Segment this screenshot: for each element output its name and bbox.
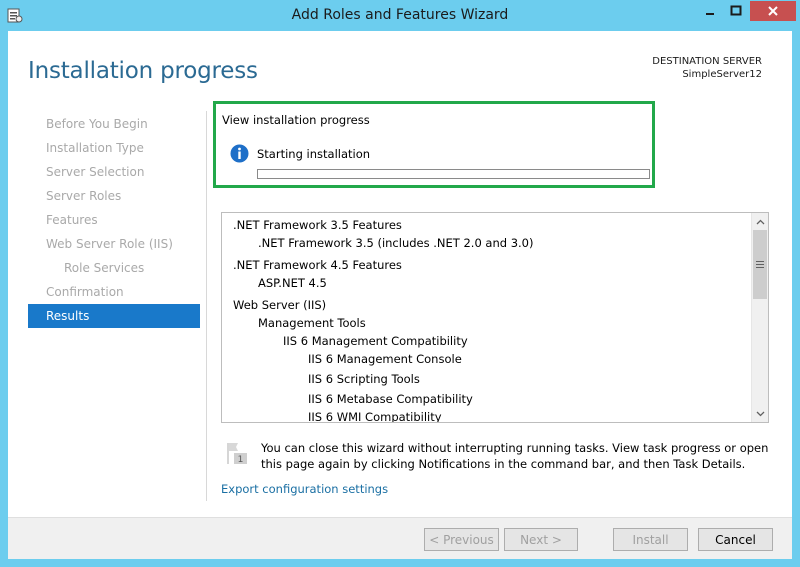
close-button[interactable]	[750, 1, 796, 21]
installation-progress-panel: View installation progress Starting inst…	[213, 101, 655, 188]
install-button-label: Install	[632, 532, 669, 547]
list-item: IIS 6 Scripting Tools	[308, 372, 420, 386]
notification-badge: 1	[238, 455, 244, 465]
nav-item-confirmation: Confirmation	[46, 285, 124, 299]
close-wizard-note: You can close this wizard without interr…	[261, 441, 769, 471]
nav-divider	[206, 111, 207, 501]
feature-list[interactable]: .NET Framework 3.5 Features .NET Framewo…	[221, 212, 769, 423]
nav-item-results[interactable]: Results	[28, 304, 200, 328]
list-item: IIS 6 Management Console	[308, 352, 462, 366]
nav-item-server-selection: Server Selection	[46, 165, 145, 179]
cancel-button-label: Cancel	[715, 532, 756, 547]
nav-item-before-you-begin: Before You Begin	[46, 117, 148, 131]
list-item: .NET Framework 3.5 Features	[233, 218, 402, 232]
previous-button[interactable]: < Previous	[424, 528, 499, 551]
cancel-button[interactable]: Cancel	[698, 528, 773, 551]
minimize-button[interactable]	[696, 1, 724, 21]
wizard-footer: < Previous Next > Install Cancel	[8, 517, 792, 559]
close-icon	[768, 6, 778, 16]
title-bar[interactable]: Add Roles and Features Wizard	[0, 0, 800, 31]
feature-list-scrollbar[interactable]	[751, 213, 768, 422]
previous-button-label: < Previous	[429, 532, 494, 547]
progress-header: View installation progress	[222, 113, 370, 127]
list-item: IIS 6 Management Compatibility	[283, 334, 468, 348]
wizard-nav: Before You Begin Installation Type Serve…	[28, 112, 200, 328]
chevron-up-icon	[756, 219, 765, 224]
notification-flag-icon: 1	[227, 443, 247, 465]
destination-server-label: DESTINATION SERVER	[652, 56, 762, 67]
minimize-icon	[706, 13, 714, 15]
scroll-down-button[interactable]	[752, 405, 768, 422]
nav-item-role-services: Role Services	[64, 261, 145, 275]
scroll-thumb[interactable]	[753, 230, 767, 299]
list-item: Web Server (IIS)	[233, 298, 327, 312]
progress-status: Starting installation	[257, 147, 371, 161]
next-button-label: Next >	[520, 532, 562, 547]
maximize-button[interactable]	[722, 1, 750, 21]
nav-item-server-roles: Server Roles	[46, 189, 122, 203]
feature-list-content: .NET Framework 3.5 Features .NET Framewo…	[222, 213, 750, 422]
list-item: .NET Framework 4.5 Features	[233, 258, 402, 272]
window-title: Add Roles and Features Wizard	[291, 7, 509, 23]
list-item: ASP.NET 4.5	[258, 276, 327, 290]
grip-icon	[756, 261, 764, 268]
nav-item-features: Features	[46, 213, 98, 227]
info-icon	[230, 144, 249, 163]
install-button[interactable]: Install	[613, 528, 688, 551]
export-configuration-link[interactable]: Export configuration settings	[221, 482, 388, 496]
list-item: .NET Framework 3.5 (includes .NET 2.0 an…	[258, 236, 534, 250]
nav-item-web-server-role: Web Server Role (IIS)	[46, 237, 173, 251]
next-button[interactable]: Next >	[504, 528, 578, 551]
destination-server-name: SimpleServer12	[682, 69, 762, 80]
list-item: Management Tools	[258, 316, 366, 330]
chevron-down-icon	[756, 411, 765, 416]
maximize-icon	[730, 5, 742, 16]
nav-item-installation-type: Installation Type	[46, 141, 144, 155]
list-item: IIS 6 Metabase Compatibility	[308, 392, 473, 406]
scroll-up-button[interactable]	[752, 213, 768, 230]
page-title: Installation progress	[28, 58, 258, 84]
list-item: IIS 6 WMI Compatibility	[308, 410, 442, 422]
wizard-body: Installation progress DESTINATION SERVER…	[8, 31, 792, 559]
progress-bar	[257, 169, 650, 179]
